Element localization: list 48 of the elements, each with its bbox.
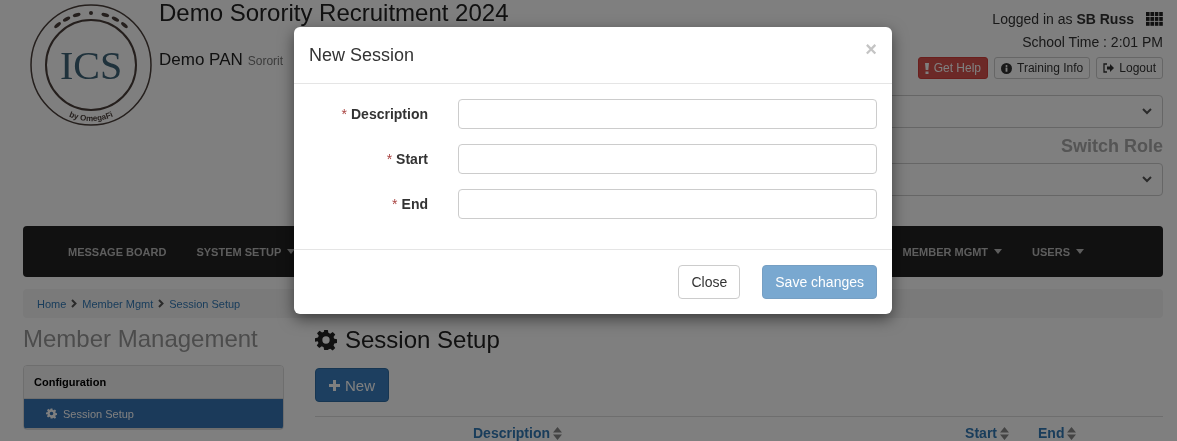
plus-icon	[329, 379, 340, 391]
column-header[interactable]: Description	[473, 425, 562, 441]
exclamation-icon	[924, 62, 929, 74]
nav-item[interactable]: MESSAGE BOARD	[53, 245, 182, 258]
field-label: * End	[391, 196, 428, 212]
required-mark: *	[341, 106, 347, 122]
breadcrumb-link[interactable]: Home	[37, 297, 67, 310]
close-button[interactable]: Close	[678, 265, 741, 299]
sort-icon	[1000, 426, 1009, 440]
logo-drawing: ICS by OmegaFi	[29, 3, 153, 127]
modal-title: New Session	[309, 44, 415, 66]
required-mark: *	[392, 196, 398, 212]
event-title: Demo Sorority Recruitment 2024	[159, 0, 509, 26]
organization-name: Demo PAN	[159, 50, 243, 70]
input-field[interactable]	[458, 144, 877, 174]
grid-menu-icon[interactable]	[1146, 12, 1163, 26]
school-time: School Time : 2:01 PM	[1022, 34, 1163, 50]
page-title: Session Setup	[345, 326, 500, 354]
sort-icon	[553, 426, 562, 440]
chevron-down-icon	[1142, 108, 1152, 115]
input-field[interactable]	[458, 189, 877, 219]
chevron-right-icon	[158, 299, 165, 308]
required-mark: *	[386, 151, 393, 167]
column-header[interactable]: End	[1038, 425, 1077, 441]
field-label: * Start	[385, 151, 428, 167]
sidebar-item[interactable]: Session Setup	[24, 399, 283, 429]
organization-type: Sororit	[247, 54, 284, 68]
info-icon	[1001, 62, 1013, 74]
chevron-down-icon	[1142, 176, 1152, 183]
header-button[interactable]: Logout	[1096, 57, 1163, 79]
breadcrumb-link[interactable]: Member Mgmt	[82, 297, 154, 310]
logged-in-text: Logged in as SB Russ	[992, 11, 1134, 27]
panel-heading: Configuration	[24, 366, 283, 399]
logout-icon	[1103, 63, 1115, 73]
column-header[interactable]: Start	[965, 425, 1009, 441]
header-button[interactable]: Get Help	[917, 57, 989, 79]
gear-icon	[315, 329, 337, 351]
chevron-right-icon	[71, 299, 78, 308]
nav-item[interactable]: MEMBER MGMT	[887, 245, 1018, 258]
header-button[interactable]: Training Info	[994, 57, 1091, 79]
input-field[interactable]	[458, 99, 877, 129]
nav-item[interactable]: USERS	[1017, 245, 1099, 258]
sort-icon	[1067, 426, 1077, 440]
gear-icon	[46, 408, 57, 419]
nav-item[interactable]: SYSTEM SETUP	[181, 245, 311, 258]
field-label: * Description	[340, 106, 428, 122]
new-button[interactable]: New	[315, 368, 389, 402]
breadcrumb-link[interactable]: Session Setup	[169, 297, 241, 310]
